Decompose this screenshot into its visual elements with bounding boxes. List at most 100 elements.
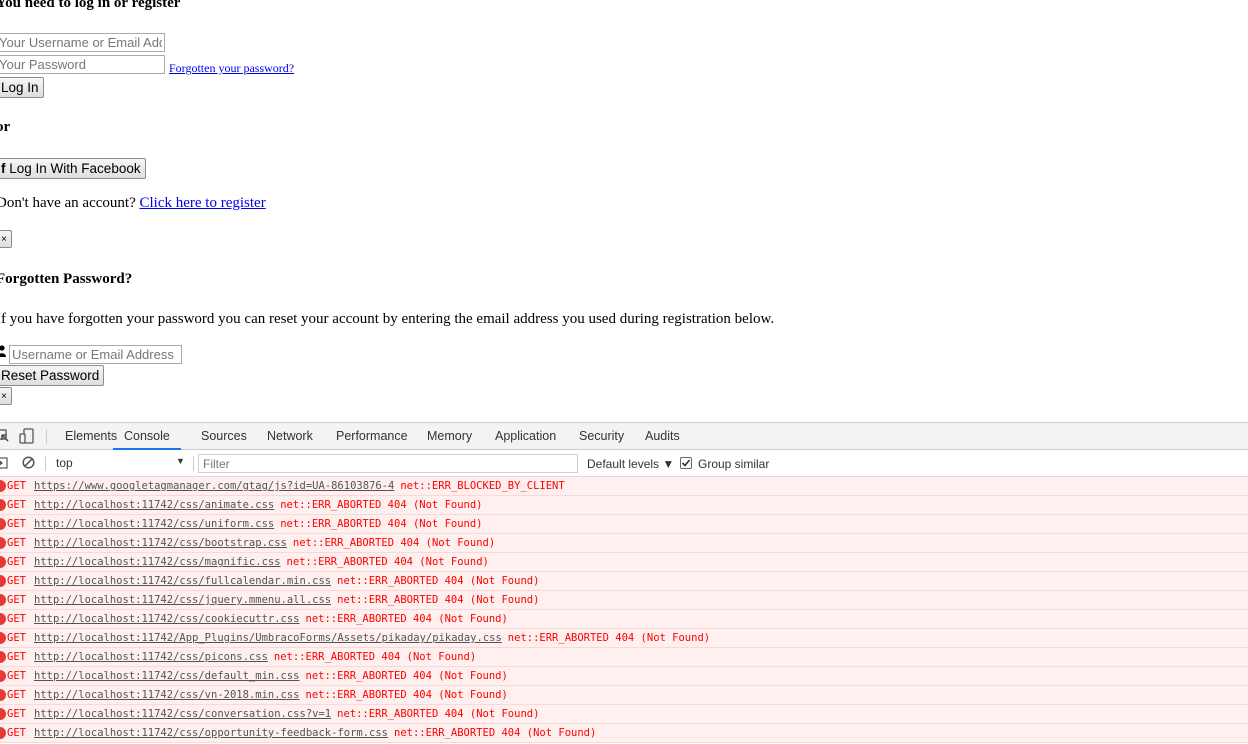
or-separator: or [0, 119, 11, 135]
register-link[interactable]: Click here to register [139, 195, 265, 211]
request-method: GET [7, 613, 26, 625]
context-selector[interactable]: top ▼ [56, 456, 186, 470]
default-levels-dropdown[interactable]: Default levels ▼ [587, 457, 674, 471]
reset-password-button[interactable]: Reset Password [0, 365, 105, 386]
username-field[interactable] [0, 33, 165, 52]
request-method: GET [7, 575, 26, 587]
tab-performance[interactable]: Performance [336, 423, 408, 450]
console-error-row: GET http://localhost:11742/css/opportunit… [0, 724, 1248, 743]
console-error-row: GET http://localhost:11742/App_Plugins/Um… [0, 629, 1248, 648]
console-error-row: GET http://localhost:11742/css/uniform.cs… [0, 515, 1248, 534]
request-url-link[interactable]: http://localhost:11742/css/opportunity-f… [34, 727, 388, 739]
error-icon [0, 518, 6, 530]
error-icon [0, 575, 6, 587]
password-field[interactable] [0, 55, 165, 74]
facebook-login-label: Log In With Facebook [9, 161, 141, 176]
request-method: GET [7, 727, 26, 739]
request-method: GET [7, 594, 26, 606]
request-url-link[interactable]: http://localhost:11742/css/picons.css [34, 651, 268, 663]
context-value: top [56, 456, 73, 470]
toolbar-separator [45, 456, 46, 471]
error-icon [0, 480, 6, 492]
request-url-link[interactable]: http://localhost:11742/css/vn-2018.min.c… [34, 689, 300, 701]
group-similar-label: Group similar [698, 457, 770, 471]
error-message: net::ERR_ABORTED 404 (Not Found) [337, 575, 540, 587]
dropdown-arrow-icon: ▼ [176, 456, 185, 466]
no-account-text: Don't have an account? [0, 195, 136, 211]
error-icon [0, 651, 6, 663]
tab-memory[interactable]: Memory [427, 423, 472, 450]
request-method: GET [7, 480, 26, 492]
console-error-row: GET http://localhost:11742/css/magnific.c… [0, 553, 1248, 572]
tab-security[interactable]: Security [579, 423, 624, 450]
request-url-link[interactable]: https://www.googletagmanager.com/gtag/js… [34, 480, 394, 492]
error-icon [0, 556, 6, 568]
error-icon [0, 499, 6, 511]
error-message: net::ERR_ABORTED 404 (Not Found) [337, 594, 540, 606]
login-heading: You need to log in or register [0, 0, 181, 11]
console-messages: GET https://www.googletagmanager.com/gtag… [0, 477, 1248, 743]
request-url-link[interactable]: http://localhost:11742/css/bootstrap.css [34, 537, 287, 549]
clear-console-icon[interactable] [22, 456, 35, 469]
error-message: net::ERR_ABORTED 404 (Not Found) [280, 499, 483, 511]
tab-audits[interactable]: Audits [645, 423, 680, 450]
error-message: net::ERR_ABORTED 404 (Not Found) [280, 518, 483, 530]
close-forgot-button[interactable]: × [0, 387, 12, 405]
error-message: net::ERR_ABORTED 404 (Not Found) [337, 708, 540, 720]
console-error-row: GET https://www.googletagmanager.com/gtag… [0, 477, 1248, 496]
request-url-link[interactable]: http://localhost:11742/css/uniform.css [34, 518, 274, 530]
device-toolbar-icon[interactable] [19, 428, 35, 444]
request-url-link[interactable]: http://localhost:11742/css/jquery.mmenu.… [34, 594, 331, 606]
error-message: net::ERR_ABORTED 404 (Not Found) [305, 689, 508, 701]
forgot-description: If you have forgotten your password you … [0, 311, 775, 327]
tab-elements[interactable]: Elements [65, 423, 117, 450]
filter-input[interactable] [198, 454, 578, 473]
console-toolbar: top ▼ Default levels ▼ Group similar [0, 450, 1248, 477]
request-method: GET [7, 556, 26, 568]
console-error-row: GET http://localhost:11742/css/default_mi… [0, 667, 1248, 686]
error-icon [0, 613, 6, 625]
group-similar-checkbox[interactable] [680, 457, 692, 469]
inspect-element-icon[interactable] [0, 429, 10, 443]
error-message: net::ERR_ABORTED 404 (Not Found) [273, 651, 477, 663]
console-error-row: GET http://localhost:11742/css/jquery.mme… [0, 591, 1248, 610]
close-login-button[interactable]: × [0, 230, 12, 248]
request-url-link[interactable]: http://localhost:11742/css/cookiecuttr.c… [34, 613, 300, 625]
console-error-row: GET http://localhost:11742/css/bootstrap.… [0, 534, 1248, 553]
request-url-link[interactable]: http://localhost:11742/css/magnific.css [34, 556, 281, 568]
error-icon [0, 708, 6, 720]
tabbar-separator [46, 429, 47, 444]
forgot-password-link[interactable]: Forgotten your password? [169, 61, 294, 76]
error-message: net::ERR_ABORTED 404 (Not Found) [286, 556, 489, 568]
reset-email-field[interactable] [9, 345, 182, 364]
request-method: GET [7, 499, 26, 511]
devtools-tabbar: Elements Console Sources Network Perform… [0, 422, 1248, 450]
error-message: net::ERR_ABORTED 404 (Not Found) [394, 727, 597, 739]
request-url-link[interactable]: http://localhost:11742/css/default_min.c… [34, 670, 300, 682]
request-url-link[interactable]: http://localhost:11742/css/fullcalendar.… [34, 575, 331, 587]
log-in-button[interactable]: Log In [0, 77, 44, 98]
devtools-panel: Elements Console Sources Network Perform… [0, 422, 1248, 744]
error-icon [0, 537, 6, 549]
request-method: GET [7, 689, 26, 701]
console-error-row: GET http://localhost:11742/css/fullcalend… [0, 572, 1248, 591]
facebook-icon: f [1, 161, 6, 176]
forgot-heading: Forgotten Password? [0, 271, 133, 287]
sidebar-toggle-icon[interactable] [0, 457, 8, 469]
toolbar-separator-2 [193, 456, 194, 471]
tab-application[interactable]: Application [495, 423, 556, 450]
request-method: GET [7, 537, 26, 549]
request-method: GET [7, 518, 26, 530]
login-page: You need to log in or register Forgotten… [0, 0, 1248, 422]
tab-console[interactable]: Console [113, 423, 181, 450]
error-message: net::ERR_ABORTED 404 (Not Found) [305, 670, 508, 682]
request-url-link[interactable]: http://localhost:11742/css/animate.css [34, 499, 274, 511]
request-url-link[interactable]: http://localhost:11742/css/conversation.… [34, 708, 331, 720]
error-icon [0, 594, 6, 606]
request-method: GET [7, 651, 26, 663]
tab-sources[interactable]: Sources [201, 423, 247, 450]
facebook-login-button[interactable]: f Log In With Facebook [0, 158, 146, 179]
request-url-link[interactable]: http://localhost:11742/App_Plugins/Umbra… [34, 632, 502, 644]
tab-network[interactable]: Network [267, 423, 313, 450]
request-method: GET [7, 670, 26, 682]
